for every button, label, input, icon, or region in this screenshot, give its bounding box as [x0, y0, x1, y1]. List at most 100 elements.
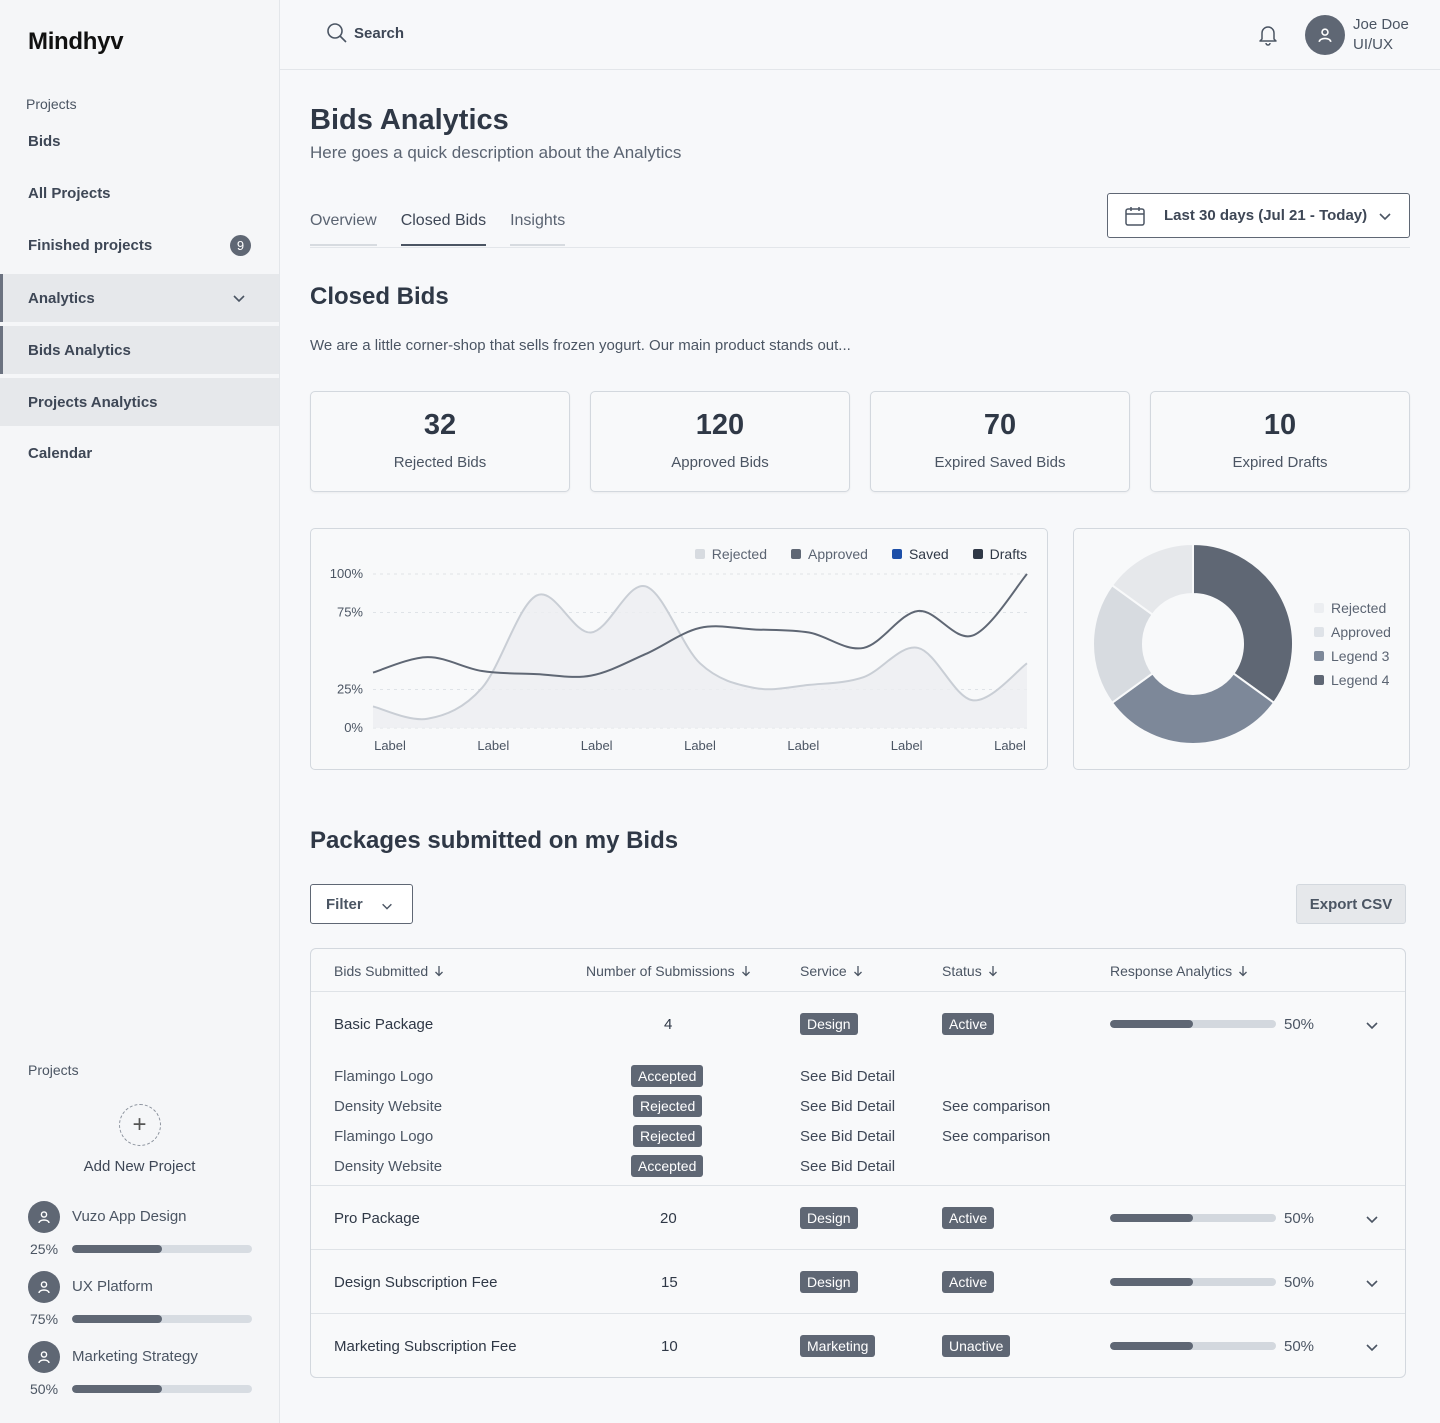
section-title: Closed Bids — [310, 283, 449, 310]
sidebar-item-all-projects[interactable]: All Projects — [0, 169, 279, 217]
table-row[interactable]: Basic Package 4 Design Active 50% Flamin… — [311, 992, 1405, 1185]
sub-bid-status: Rejected — [633, 1095, 703, 1117]
tab-closed-bids[interactable]: Closed Bids — [400, 212, 487, 246]
column-header[interactable]: Bids Submitted — [334, 963, 444, 979]
stat-card: 10 Expired Drafts — [1150, 391, 1410, 492]
add-project-label: Add New Project — [83, 1158, 196, 1175]
table-row[interactable]: Marketing Subscription Fee 10 Marketing … — [311, 1314, 1405, 1377]
series-area — [373, 585, 1027, 728]
legend-label: Legend 3 — [1331, 648, 1390, 664]
stat-value: 32 — [423, 409, 457, 441]
service-tag: Design — [800, 1271, 858, 1293]
legend-item: Legend 4 — [1314, 672, 1391, 688]
sidebar-item-label: Finished projects — [28, 236, 153, 254]
legend-label: Rejected — [1331, 600, 1387, 616]
x-tick-label: Label — [477, 738, 509, 753]
sidebar-item-label: All Projects — [28, 184, 111, 202]
column-header-label: Response Analytics — [1110, 963, 1233, 979]
sub-bid-status: Rejected — [633, 1125, 703, 1147]
user-icon — [1318, 28, 1332, 43]
x-tick-label: Label — [994, 738, 1026, 753]
packages-title: Packages submitted on my Bids — [310, 827, 679, 854]
column-header[interactable]: Service — [800, 963, 863, 979]
project-percent: 50% — [30, 1381, 59, 1397]
response-progress-bar — [1110, 1342, 1276, 1350]
tab-insights[interactable]: Insights — [510, 212, 566, 246]
column-header[interactable]: Status — [942, 963, 998, 979]
table-row[interactable]: Design Subscription Fee 15 Design Active… — [311, 1250, 1405, 1313]
sidebar-item-bids-analytics[interactable]: Bids Analytics — [0, 326, 279, 374]
chevron-down-icon[interactable] — [1364, 1017, 1380, 1033]
sidebar-item-projects-analytics[interactable]: Projects Analytics — [0, 378, 279, 426]
search-input[interactable]: Search — [354, 25, 404, 42]
see-bid-detail-link[interactable]: See Bid Detail — [800, 1098, 895, 1115]
column-header-label: Status — [942, 963, 982, 979]
filter-label: Filter — [326, 895, 363, 913]
page-title: Bids Analytics — [310, 104, 509, 136]
add-project-button[interactable]: + Add New Project — [0, 1104, 279, 1175]
top-bar: Search Joe Doe UI/UX — [280, 0, 1440, 70]
legend-swatch — [1314, 675, 1324, 685]
search-box[interactable]: Search — [326, 22, 404, 44]
package-name: Marketing Subscription Fee — [334, 1338, 517, 1355]
chevron-down-icon[interactable] — [1364, 1275, 1380, 1291]
column-header[interactable]: Response Analytics — [1110, 963, 1248, 979]
progress-fill — [72, 1315, 162, 1323]
chevron-down-icon — [233, 295, 245, 303]
avatar[interactable] — [1305, 15, 1345, 55]
submission-count: 4 — [664, 1016, 673, 1033]
calendar-icon — [1125, 206, 1145, 226]
project-name: Vuzo App Design — [72, 1208, 187, 1225]
sidebar-item-calendar[interactable]: Calendar — [0, 429, 279, 477]
y-tick-label: 25% — [337, 682, 363, 697]
stat-value: 120 — [695, 409, 745, 441]
project-name: Marketing Strategy — [72, 1348, 198, 1365]
project-progress-bar — [72, 1245, 252, 1253]
y-tick-label: 75% — [337, 605, 363, 620]
package-name: Design Subscription Fee — [334, 1274, 498, 1291]
chevron-down-icon[interactable] — [1364, 1211, 1380, 1227]
see-comparison-link[interactable]: See comparison — [942, 1098, 1050, 1115]
stat-label: Approved Bids — [671, 454, 769, 471]
sidebar-item-bids[interactable]: Bids — [0, 117, 279, 165]
chevron-down-icon[interactable] — [1364, 1339, 1380, 1355]
chevron-down-icon — [382, 903, 392, 910]
see-bid-detail-link[interactable]: See Bid Detail — [800, 1128, 895, 1145]
sidebar-item-finished-projects[interactable]: Finished projects 9 — [0, 221, 279, 269]
stat-value: 10 — [1263, 409, 1297, 441]
see-comparison-link[interactable]: See comparison — [942, 1128, 1050, 1145]
tab-overview[interactable]: Overview — [310, 212, 377, 246]
table-row[interactable]: Pro Package 20 Design Active 50% — [311, 1186, 1405, 1249]
stat-label: Expired Saved Bids — [934, 454, 1066, 471]
see-bid-detail-link[interactable]: See Bid Detail — [800, 1068, 895, 1085]
see-bid-detail-link[interactable]: See Bid Detail — [800, 1158, 895, 1175]
app-logo: Mindhyv — [28, 28, 124, 55]
sidebar: Mindhyv Projects Bids All Projects Finis… — [0, 0, 280, 1423]
status-badge: Active — [942, 1207, 995, 1229]
project-progress-bar — [72, 1315, 252, 1323]
bell-icon[interactable] — [1258, 24, 1278, 46]
packages-table: Bids Submitted Number of Submissions Ser… — [310, 948, 1406, 1378]
x-tick-label: Label — [787, 738, 819, 753]
sidebar-item-analytics[interactable]: Analytics — [0, 274, 279, 322]
sub-bid-name: Density Website — [334, 1158, 443, 1175]
user-icon — [38, 1351, 50, 1364]
column-header[interactable]: Number of Submissions — [586, 963, 751, 979]
x-tick-label: Label — [891, 738, 923, 753]
export-csv-button[interactable]: Export CSV — [1296, 884, 1406, 924]
stat-value: 70 — [983, 409, 1017, 441]
date-range-select[interactable]: Last 30 days (Jul 21 - Today) — [1107, 193, 1410, 238]
response-percent: 50% — [1284, 1338, 1315, 1355]
stat-label: Expired Drafts — [1232, 454, 1328, 471]
x-tick-label: Label — [581, 738, 613, 753]
project-name: UX Platform — [72, 1278, 153, 1295]
progress-fill — [1110, 1342, 1193, 1350]
user-role: UI/UX — [1353, 36, 1394, 53]
legend-item: Legend 3 — [1314, 648, 1391, 664]
stat-card: 32 Rejected Bids — [310, 391, 570, 492]
filter-button[interactable]: Filter — [310, 884, 413, 924]
submission-count: 15 — [661, 1274, 678, 1291]
sub-bid-name: Flamingo Logo — [334, 1068, 434, 1085]
sidebar-item-label: Projects Analytics — [28, 393, 158, 411]
donut-legend: Rejected Approved Legend 3 Legend 4 — [1314, 600, 1391, 688]
